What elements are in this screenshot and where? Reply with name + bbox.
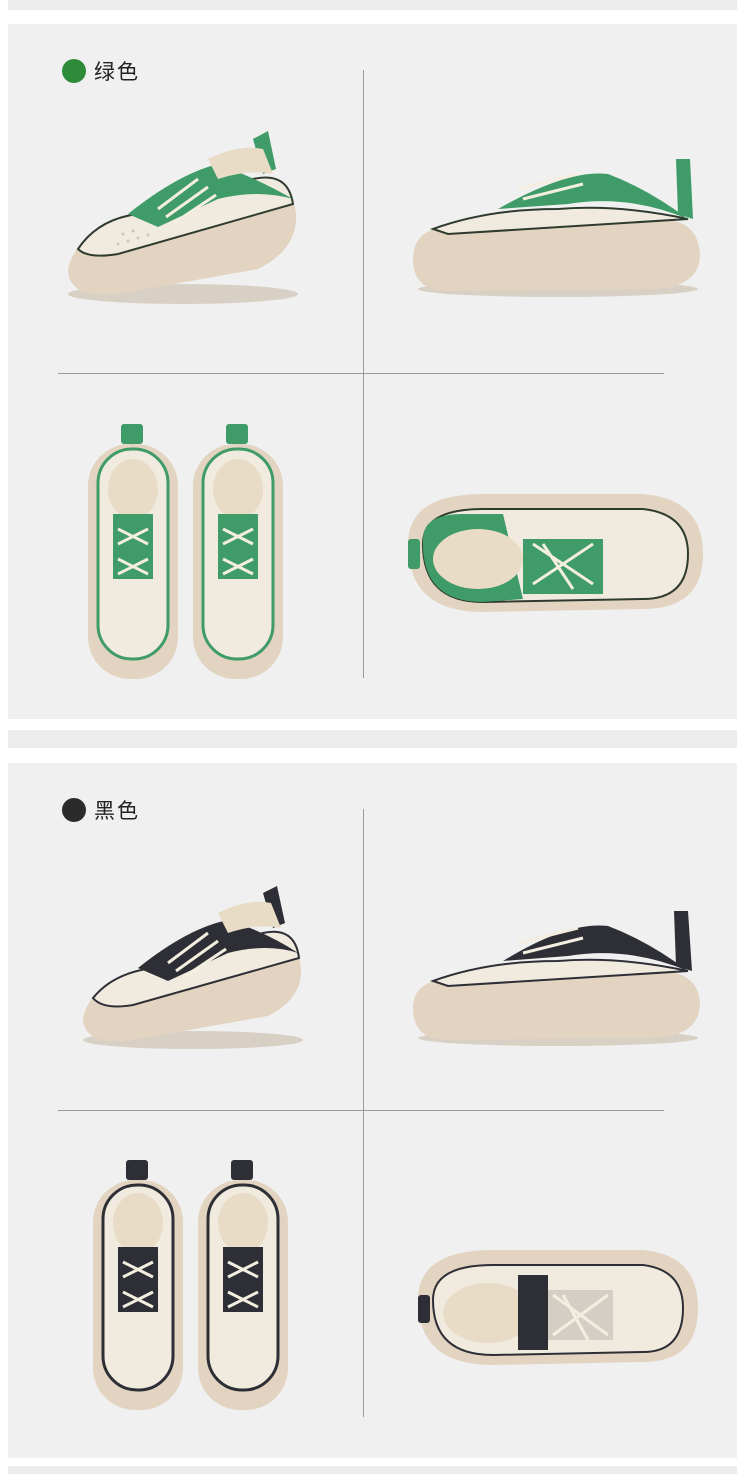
horizontal-divider	[58, 373, 664, 374]
vertical-divider	[363, 70, 364, 678]
black-color-panel: 黑色	[8, 763, 737, 1458]
black-shoe-three-quarter-image	[73, 878, 313, 1053]
color-label-green: 绿色	[62, 56, 140, 86]
black-shoe-side-image	[408, 903, 708, 1048]
color-label-text: 绿色	[94, 60, 140, 84]
divider-band	[8, 730, 737, 748]
green-shoe-three-quarter-image	[58, 119, 308, 309]
green-color-panel: 绿色	[8, 24, 737, 719]
bottom-band	[8, 1466, 737, 1474]
black-color-dot	[62, 798, 86, 822]
green-shoe-top-pair-image	[83, 419, 293, 684]
green-color-dot	[62, 59, 86, 83]
green-shoe-top-angle-image	[403, 484, 708, 619]
vertical-divider	[363, 809, 364, 1417]
top-band	[8, 0, 737, 10]
color-label-text: 黑色	[94, 799, 140, 823]
green-shoe-side-image	[408, 149, 708, 299]
color-label-black: 黑色	[62, 795, 140, 825]
horizontal-divider	[58, 1110, 664, 1111]
black-shoe-top-angle-image	[413, 1240, 703, 1372]
black-shoe-top-pair-image	[88, 1155, 298, 1415]
